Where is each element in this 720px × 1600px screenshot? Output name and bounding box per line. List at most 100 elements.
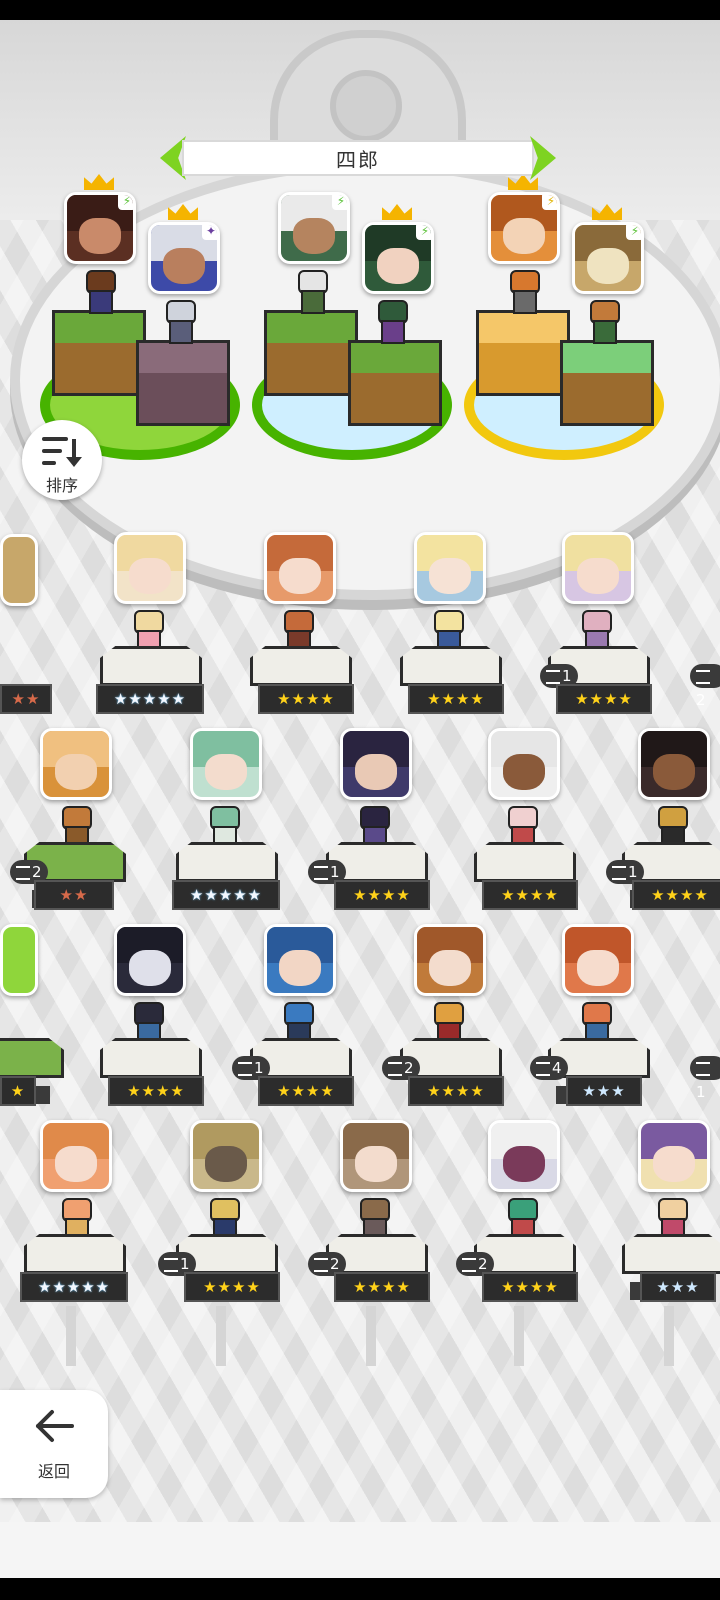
roster-stars-label: ★★★★: [108, 1076, 204, 1106]
count-value: 1: [562, 667, 572, 685]
roster-stars-label: ★★★★★: [20, 1272, 128, 1302]
count-value: 2: [478, 1255, 488, 1273]
count-value: 2: [404, 1059, 414, 1077]
roster-portrait[interactable]: [340, 728, 412, 800]
roster-stars-label: ★★★★: [258, 684, 354, 714]
team-portrait-6[interactable]: ⚡: [572, 222, 644, 294]
team-tile-3[interactable]: [264, 310, 358, 396]
team-tile-4[interactable]: [348, 340, 442, 426]
roster-portrait[interactable]: [340, 1120, 412, 1192]
roster-stars-label: ★★★★★: [96, 684, 204, 714]
roster-portrait[interactable]: [190, 1120, 262, 1192]
card-stack-icon: [164, 1257, 178, 1272]
count-value: 1: [254, 1059, 264, 1077]
team-name-banner[interactable]: 四郎: [160, 136, 556, 180]
roster-portrait[interactable]: [0, 924, 38, 996]
count-value: 4: [552, 1059, 562, 1077]
card-stack-icon: [536, 1061, 550, 1076]
card-stack-icon: [16, 865, 30, 880]
roster-portrait[interactable]: [114, 924, 186, 996]
roster-stars-label: ★★★★: [632, 880, 720, 910]
roster-portrait[interactable]: [562, 532, 634, 604]
pedestal-post: [664, 1306, 674, 1366]
roster-stars-label: ★★★★★: [172, 880, 280, 910]
roster-portrait[interactable]: [264, 924, 336, 996]
team-sprite-4[interactable]: [374, 300, 408, 344]
roster-portrait[interactable]: [40, 728, 112, 800]
duplicate-count-badge: 4: [530, 1056, 568, 1080]
roster-stars-label: ★★★: [566, 1076, 642, 1106]
team-sprite-2[interactable]: [162, 300, 196, 344]
team-sprite-1[interactable]: [82, 270, 116, 314]
pedestal-post: [514, 1306, 524, 1366]
card-stack-icon: [696, 669, 710, 684]
roster-stars-label: ★★: [0, 684, 52, 714]
roster-stars-label: ★★: [34, 880, 114, 910]
team-name: 四郎: [336, 147, 380, 172]
team-portrait-3[interactable]: ⚡: [278, 192, 350, 264]
team-sprite-3[interactable]: [294, 270, 328, 314]
roster-portrait[interactable]: [0, 534, 38, 606]
team-tile-2[interactable]: [136, 340, 230, 426]
temple-emblem-icon: [330, 70, 402, 142]
game-field: ⚡ ✦ ⚡ ⚡ ⚡ ⚡ ★★ ★★★★★ ★★★★ ★★★★ 1 ★★★★ 2 …: [0, 20, 720, 1522]
roster-stars-label: ★★★★: [482, 1272, 578, 1302]
card-stack-icon: [238, 1061, 252, 1076]
roster-portrait[interactable]: [414, 532, 486, 604]
card-stack-icon: [546, 669, 560, 684]
roster-portrait[interactable]: [638, 728, 710, 800]
roster-portrait[interactable]: [264, 532, 336, 604]
back-label: 返回: [37, 1462, 70, 1481]
back-button[interactable]: 返回: [0, 1390, 108, 1498]
count-value: 2: [696, 691, 706, 709]
card-stack-icon: [314, 865, 328, 880]
count-value: 2: [330, 1255, 340, 1273]
count-value: 1: [696, 1083, 706, 1101]
roster-portrait[interactable]: [638, 1120, 710, 1192]
roster-stars-label: ★★★★: [408, 1076, 504, 1106]
roster-stars-label: ★★★★: [482, 880, 578, 910]
count-value: 1: [330, 863, 340, 881]
team-sprite-5[interactable]: [506, 270, 540, 314]
bottom-strip: [0, 1522, 720, 1578]
team-portrait-1[interactable]: ⚡: [64, 192, 136, 264]
back-arrow-icon: [36, 1410, 74, 1442]
navigation-bar: [0, 1578, 720, 1600]
roster-stars-label: ★★★★: [408, 684, 504, 714]
team-portrait-2[interactable]: ✦: [148, 222, 220, 294]
team-tile-5[interactable]: [476, 310, 570, 396]
roster-portrait[interactable]: [414, 924, 486, 996]
sort-button[interactable]: 排序: [22, 420, 102, 500]
team-tile-6[interactable]: [560, 340, 654, 426]
roster-portrait[interactable]: [190, 728, 262, 800]
status-bar: [0, 0, 720, 20]
sort-icon: [42, 437, 82, 467]
roster-stars-label: ★★★★: [556, 684, 652, 714]
card-stack-icon: [314, 1257, 328, 1272]
pedestal-post: [216, 1306, 226, 1366]
wind-element-icon: ⚡: [626, 225, 641, 240]
roster-stars-label: ★★★★: [258, 1076, 354, 1106]
roster-stars-label: ★★★★: [334, 1272, 430, 1302]
duplicate-count-badge: 1: [690, 1056, 720, 1101]
roster-stars-label: ★★★: [640, 1272, 716, 1302]
sort-label: 排序: [45, 476, 78, 495]
team-portrait-4[interactable]: ⚡: [362, 222, 434, 294]
roster-portrait[interactable]: [562, 924, 634, 996]
card-stack-icon: [388, 1061, 402, 1076]
roster-portrait[interactable]: [40, 1120, 112, 1192]
roster-portrait[interactable]: [488, 728, 560, 800]
team-tile-1[interactable]: [52, 310, 146, 396]
roster-stars-label: ★★★★: [184, 1272, 280, 1302]
pedestal-post: [66, 1306, 76, 1366]
card-stack-icon: [696, 1061, 710, 1076]
team-portrait-5[interactable]: ⚡: [488, 192, 560, 264]
roster-portrait[interactable]: [114, 532, 186, 604]
duplicate-count-badge: 2: [690, 664, 720, 709]
card-stack-icon: [462, 1257, 476, 1272]
pedestal-post: [366, 1306, 376, 1366]
card-stack-icon: [612, 865, 626, 880]
roster-portrait[interactable]: [488, 1120, 560, 1192]
count-value: 1: [628, 863, 638, 881]
team-sprite-6[interactable]: [586, 300, 620, 344]
